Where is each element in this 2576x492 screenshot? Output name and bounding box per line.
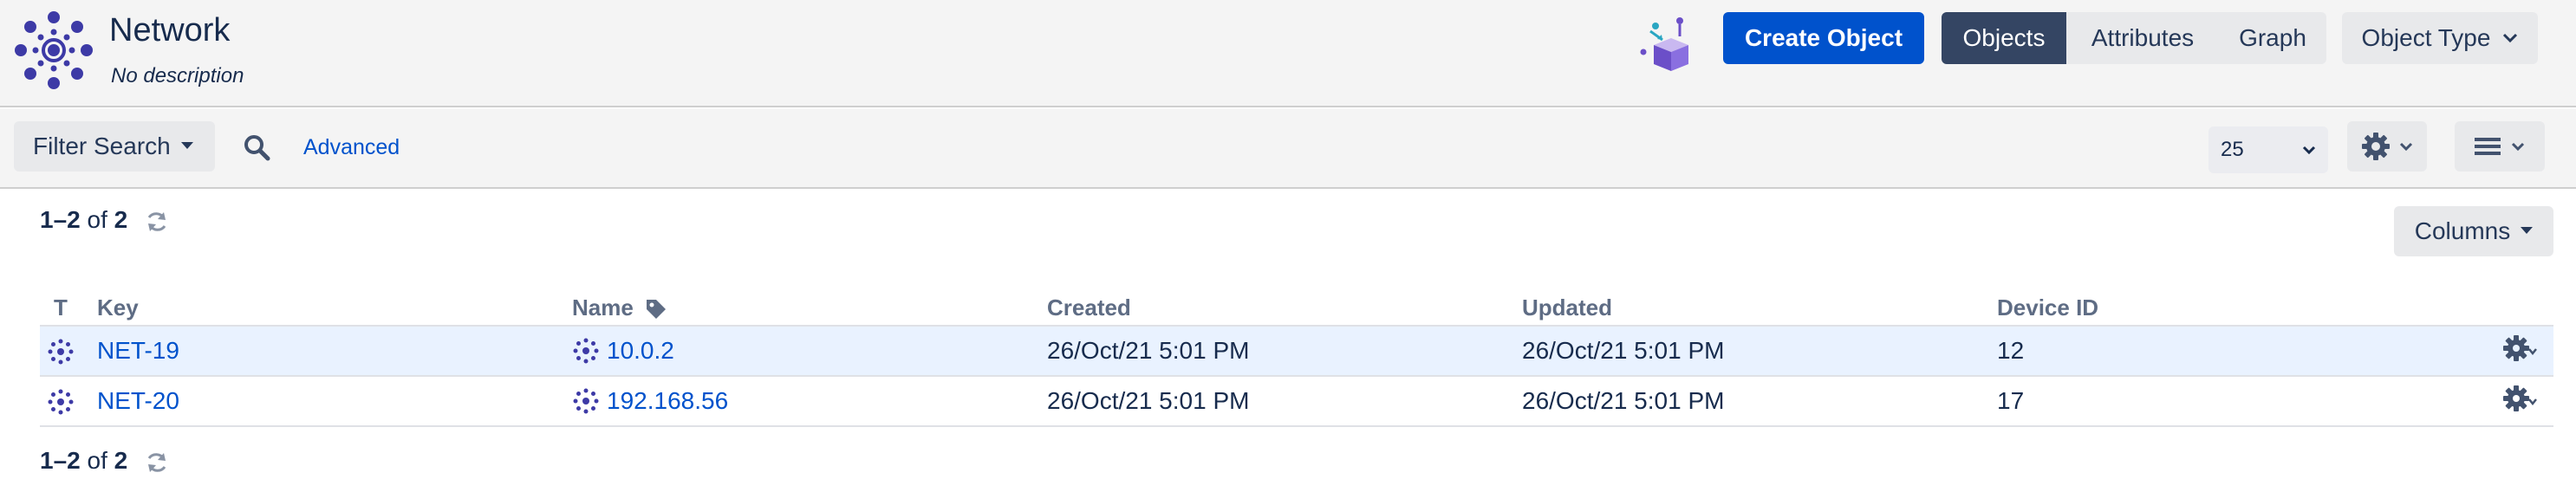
advanced-search-link[interactable]: Advanced bbox=[303, 135, 400, 160]
network-icon bbox=[573, 338, 599, 364]
device-id-cell: 17 bbox=[1997, 376, 2465, 427]
result-of: of bbox=[87, 447, 107, 474]
object-type-button[interactable]: Object Type bbox=[2342, 12, 2538, 64]
network-icon bbox=[48, 389, 74, 415]
object-name-link[interactable]: 10.0.2 bbox=[607, 337, 674, 365]
created-cell: 26/Oct/21 5:01 PM bbox=[1047, 376, 1522, 427]
list-icon bbox=[2475, 138, 2501, 155]
schema-description: No description bbox=[111, 64, 244, 87]
gear-icon[interactable] bbox=[2501, 333, 2540, 363]
updated-cell: 26/Oct/21 5:01 PM bbox=[1522, 326, 1997, 377]
table-row[interactable]: NET-19 10.0.2 26/Oct/21 5:01 PM 26/Oct/2… bbox=[40, 326, 2553, 377]
view-tabs: Objects Attributes Graph bbox=[1942, 12, 2326, 64]
page-size-value: 25 bbox=[2221, 138, 2244, 161]
result-count-bottom: 1–2 of 2 bbox=[40, 447, 169, 475]
key-cell: NET-20 bbox=[97, 376, 572, 427]
column-header-name-label: Name bbox=[572, 295, 634, 320]
result-range: 1–2 bbox=[40, 447, 81, 474]
actions-cell bbox=[2465, 376, 2553, 427]
device-id-cell: 12 bbox=[1997, 326, 2465, 377]
type-cell bbox=[40, 376, 97, 427]
object-key-link[interactable]: NET-20 bbox=[97, 387, 179, 414]
key-cell: NET-19 bbox=[97, 326, 572, 377]
name-cell: 192.168.56 bbox=[572, 376, 1047, 427]
column-header-updated[interactable]: Updated bbox=[1522, 291, 1997, 327]
create-object-button[interactable]: Create Object bbox=[1723, 12, 1924, 64]
network-icon bbox=[48, 339, 74, 365]
view-options-button[interactable] bbox=[2455, 121, 2545, 172]
result-of: of bbox=[87, 206, 107, 233]
network-icon bbox=[15, 11, 93, 89]
filter-search-button[interactable]: Filter Search bbox=[14, 121, 215, 172]
type-cell bbox=[40, 326, 97, 377]
search-toolbar: Filter Search Advanced 25 bbox=[0, 109, 2576, 189]
caret-down-icon bbox=[2521, 227, 2534, 234]
columns-button[interactable]: Columns bbox=[2394, 206, 2553, 256]
object-key-link[interactable]: NET-19 bbox=[97, 337, 179, 364]
chevron-down-icon bbox=[2302, 146, 2316, 154]
chevron-down-icon bbox=[2399, 142, 2413, 151]
table-row[interactable]: NET-20 192.168.56 26/Oct/21 5:01 PM 26/O… bbox=[40, 376, 2553, 427]
page-size-select[interactable]: 25 bbox=[2208, 126, 2328, 173]
refresh-icon[interactable] bbox=[145, 450, 169, 475]
name-cell: 10.0.2 bbox=[572, 326, 1047, 377]
result-total: 2 bbox=[114, 206, 128, 233]
tab-objects[interactable]: Objects bbox=[1942, 12, 2066, 64]
tab-graph[interactable]: Graph bbox=[2219, 12, 2326, 64]
created-cell: 26/Oct/21 5:01 PM bbox=[1047, 326, 1522, 377]
actions-cell bbox=[2465, 326, 2553, 377]
filter-search-label: Filter Search bbox=[33, 133, 171, 159]
tag-icon bbox=[647, 300, 667, 320]
column-header-name[interactable]: Name bbox=[572, 291, 1047, 327]
caret-down-icon bbox=[180, 142, 193, 149]
objects-table: T Key Name Created Updated Device ID NET… bbox=[40, 291, 2553, 427]
result-total: 2 bbox=[114, 447, 128, 474]
column-header-key[interactable]: Key bbox=[97, 291, 572, 327]
box-icon[interactable] bbox=[1636, 14, 1702, 76]
object-schema-header: Network No description Create Object Obj… bbox=[0, 0, 2576, 107]
settings-menu-button[interactable] bbox=[2347, 121, 2427, 172]
chevron-down-icon bbox=[2503, 33, 2518, 43]
chevron-down-icon bbox=[2511, 142, 2525, 151]
updated-cell: 26/Oct/21 5:01 PM bbox=[1522, 376, 1997, 427]
search-icon[interactable] bbox=[243, 133, 270, 161]
network-icon bbox=[573, 388, 599, 414]
refresh-icon[interactable] bbox=[145, 210, 169, 234]
gear-icon[interactable] bbox=[2501, 384, 2540, 413]
page-title: Network bbox=[109, 12, 231, 49]
table-header-row: T Key Name Created Updated Device ID bbox=[40, 291, 2553, 327]
column-header-created[interactable]: Created bbox=[1047, 291, 1522, 327]
gear-icon bbox=[2362, 133, 2390, 160]
result-range: 1–2 bbox=[40, 206, 81, 233]
columns-label: Columns bbox=[2414, 217, 2511, 244]
tab-attributes[interactable]: Attributes bbox=[2066, 12, 2219, 64]
column-header-type[interactable]: T bbox=[40, 291, 97, 327]
column-header-device-id[interactable]: Device ID bbox=[1997, 291, 2465, 327]
result-count-top: 1–2 of 2 bbox=[40, 206, 169, 234]
object-type-label: Object Type bbox=[2361, 24, 2491, 51]
object-name-link[interactable]: 192.168.56 bbox=[607, 387, 728, 415]
column-header-actions bbox=[2465, 291, 2553, 327]
